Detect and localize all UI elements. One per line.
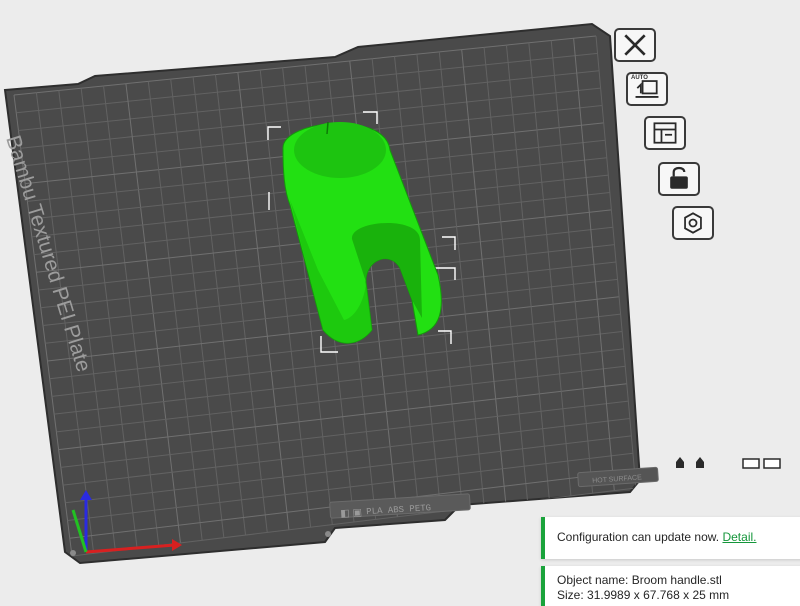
plate-screw-left (70, 550, 76, 556)
move-up-button[interactable] (674, 456, 708, 473)
handle-hole (294, 122, 386, 178)
plate-toolbar: AUTO (606, 22, 714, 252)
object-name-value: Broom handle.stl (631, 573, 722, 587)
3d-viewport[interactable]: PLA ABS PETG ◧ ▣ HOT SURFACE Bambu Textu… (0, 0, 800, 600)
config-detail-link[interactable]: Detail. (722, 530, 756, 544)
plate-settings-icon (684, 212, 702, 234)
object-info-panel: Object name: Broom handle.stl Size: 31.9… (541, 566, 800, 606)
auto-tag: AUTO (631, 75, 648, 81)
unlock-icon (670, 166, 688, 189)
layer-up-icon (676, 457, 704, 468)
object-name-label: Object name: (557, 573, 629, 587)
view-toggle-button[interactable] (742, 458, 782, 473)
close-plate-button[interactable] (614, 28, 656, 62)
auto-orient-button[interactable]: AUTO (626, 72, 668, 106)
config-update-text: Configuration can update now. (557, 530, 720, 544)
lock-plate-button[interactable] (658, 162, 700, 196)
plate-screw-right (325, 531, 331, 537)
arrange-button[interactable] (644, 116, 686, 150)
arrange-icon (653, 122, 677, 144)
plate-settings-button[interactable] (672, 206, 714, 240)
config-update-notification: Configuration can update now. Detail. (541, 517, 800, 559)
plate-icons: ◧ ▣ (340, 507, 362, 519)
close-icon (624, 34, 646, 56)
view-toggle-icon (742, 458, 781, 469)
plate-scene: PLA ABS PETG ◧ ▣ HOT SURFACE Bambu Textu… (1, 22, 659, 565)
